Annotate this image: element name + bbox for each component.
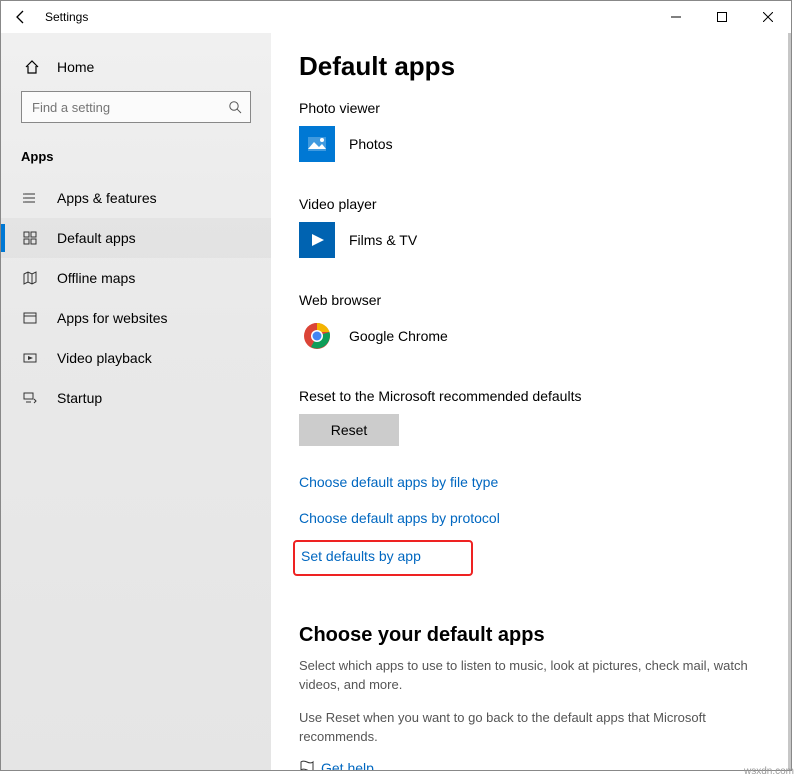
search-input[interactable] <box>30 99 228 116</box>
photos-icon <box>299 126 335 162</box>
main-panel: Default apps Photo viewer Photos Video p… <box>271 33 791 770</box>
choose-heading: Choose your default apps <box>299 624 763 647</box>
app-name: Films & TV <box>349 232 417 248</box>
category-header: Apps <box>1 143 271 178</box>
defaults-icon <box>21 231 39 245</box>
reset-button[interactable]: Reset <box>299 414 399 446</box>
nav-offline-maps[interactable]: Offline maps <box>1 258 271 298</box>
video-player-label: Video player <box>299 196 763 212</box>
highlight-box: Set defaults by app <box>293 540 473 576</box>
nav-label: Video playback <box>57 350 152 366</box>
nav-default-apps[interactable]: Default apps <box>1 218 271 258</box>
scrollbar[interactable] <box>788 33 791 770</box>
settings-window: Settings Home Apps <box>0 0 792 771</box>
choose-paragraph-1: Select which apps to use to listen to mu… <box>299 657 763 695</box>
web-browser-label: Web browser <box>299 292 763 308</box>
nav-startup[interactable]: Startup <box>1 378 271 418</box>
maximize-button[interactable] <box>699 1 745 33</box>
watermark: wsxdn.com <box>744 766 794 777</box>
back-button[interactable] <box>13 9 45 25</box>
sidebar: Home Apps Apps & features Default apps <box>1 33 271 770</box>
get-help-row[interactable]: Get help <box>299 760 763 770</box>
help-icon <box>299 760 321 770</box>
video-icon <box>21 351 39 365</box>
nav-label: Offline maps <box>57 270 135 286</box>
photo-viewer-app[interactable]: Photos <box>299 126 763 162</box>
search-box[interactable] <box>21 91 251 123</box>
startup-icon <box>21 391 39 405</box>
search-icon <box>228 100 242 114</box>
chrome-icon <box>299 318 335 354</box>
nav-label: Apps & features <box>57 190 157 206</box>
window-title: Settings <box>45 10 88 24</box>
page-title: Default apps <box>299 51 763 82</box>
app-name: Google Chrome <box>349 328 448 344</box>
nav-video-playback[interactable]: Video playback <box>1 338 271 378</box>
link-protocol[interactable]: Choose default apps by protocol <box>299 510 763 526</box>
get-help-link: Get help <box>321 760 374 770</box>
content-body: Home Apps Apps & features Default apps <box>1 33 791 770</box>
nav-apps-features[interactable]: Apps & features <box>1 178 271 218</box>
websites-icon <box>21 311 39 325</box>
choose-paragraph-2: Use Reset when you want to go back to th… <box>299 709 763 747</box>
titlebar: Settings <box>1 1 791 33</box>
list-icon <box>21 191 39 205</box>
nav-label: Apps for websites <box>57 310 168 326</box>
reset-label: Reset to the Microsoft recommended defau… <box>299 388 763 404</box>
map-icon <box>21 271 39 285</box>
link-set-defaults-by-app[interactable]: Set defaults by app <box>301 548 421 564</box>
home-link[interactable]: Home <box>1 53 271 91</box>
films-tv-icon <box>299 222 335 258</box>
nav-label: Startup <box>57 390 102 406</box>
close-button[interactable] <box>745 1 791 33</box>
web-browser-app[interactable]: Google Chrome <box>299 318 763 354</box>
video-player-app[interactable]: Films & TV <box>299 222 763 258</box>
photo-viewer-label: Photo viewer <box>299 100 763 116</box>
window-controls <box>653 1 791 33</box>
home-label: Home <box>57 59 94 75</box>
minimize-button[interactable] <box>653 1 699 33</box>
nav-list: Apps & features Default apps Offline map… <box>1 178 271 418</box>
link-filetype[interactable]: Choose default apps by file type <box>299 474 763 490</box>
nav-label: Default apps <box>57 230 136 246</box>
nav-apps-websites[interactable]: Apps for websites <box>1 298 271 338</box>
home-icon <box>21 59 43 75</box>
app-name: Photos <box>349 136 393 152</box>
